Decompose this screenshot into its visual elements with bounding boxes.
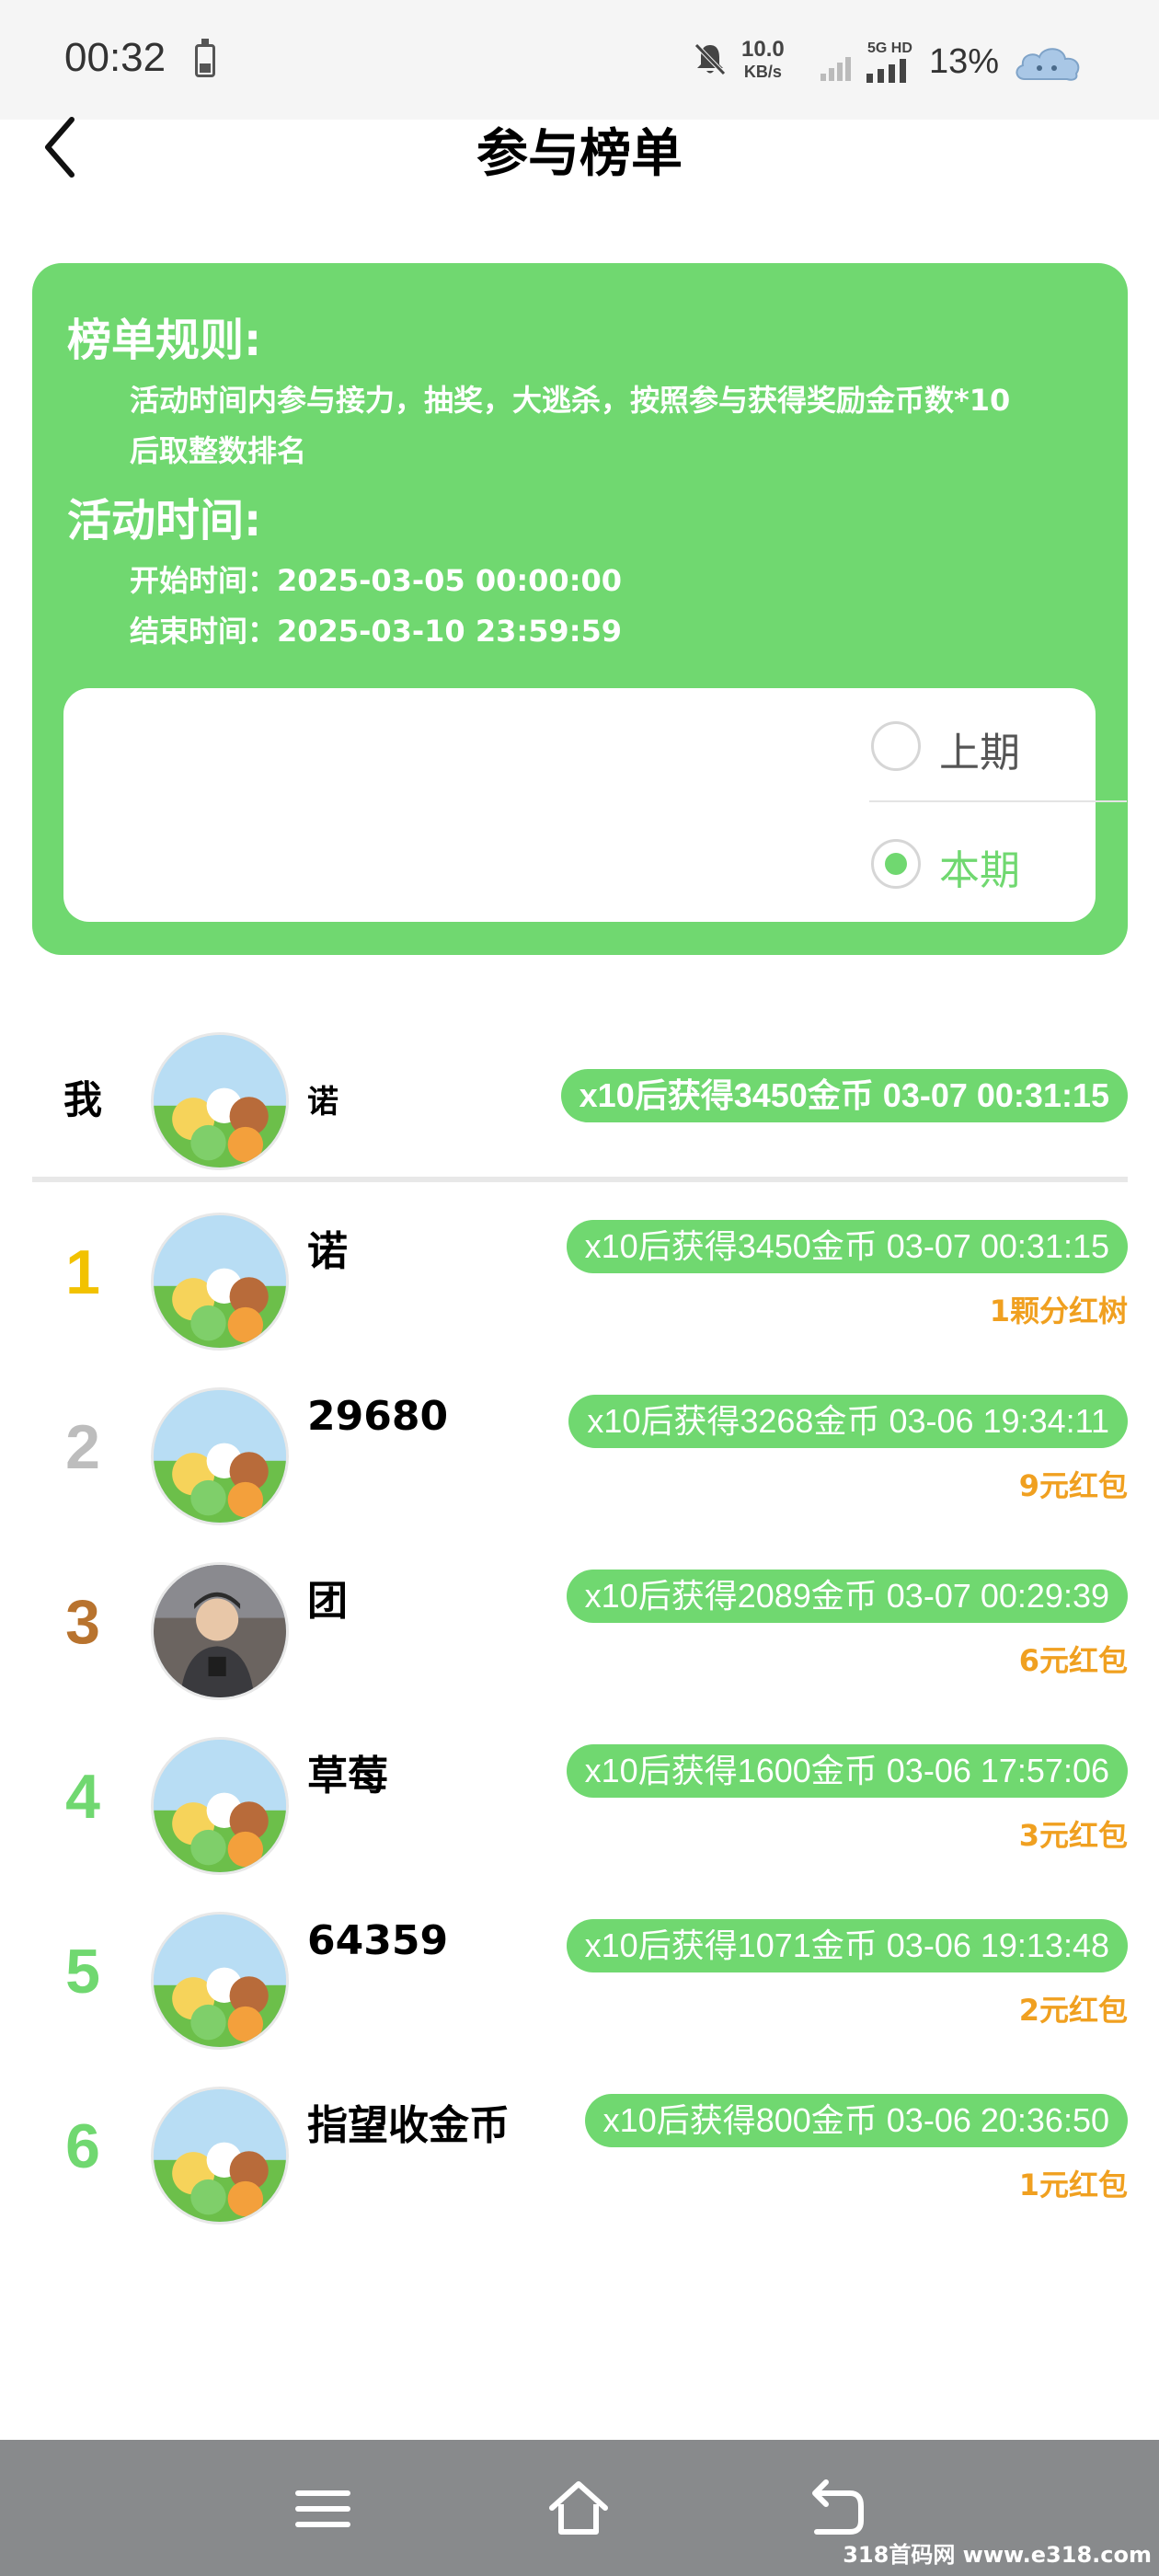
- divider: [32, 1177, 1128, 1182]
- radio-unchecked-icon[interactable]: [871, 721, 921, 771]
- network-speed: 10.0 KB/s: [741, 39, 785, 83]
- avatar[interactable]: [151, 1213, 289, 1351]
- start-time: 开始时间：2025-03-05 00:00:00: [130, 563, 623, 598]
- cartoon-avatar-icon: [154, 1740, 286, 1872]
- cartoon-avatar-icon: [154, 1390, 286, 1523]
- end-time: 结束时间：2025-03-10 23:59:59: [130, 614, 623, 649]
- avatar[interactable]: [151, 1737, 289, 1875]
- watermark: 318首码网 www.e318.com: [843, 2542, 1152, 2568]
- player-name: 诺: [307, 1228, 348, 1275]
- reward-label: 2元红包: [1018, 1993, 1128, 2028]
- player-name: 64359: [307, 1917, 449, 1964]
- player-name: 29680: [307, 1393, 449, 1440]
- avatar[interactable]: [151, 2087, 289, 2225]
- reward-label: 6元红包: [1018, 1643, 1128, 1678]
- menu-icon[interactable]: [291, 2477, 355, 2541]
- page-title: 参与榜单: [476, 124, 683, 184]
- cartoon-avatar-icon: [154, 1215, 286, 1348]
- period-option-previous[interactable]: 上期: [869, 688, 1127, 802]
- network-speed-value: 10.0: [741, 37, 785, 62]
- activity-time-heading: 活动时间:: [67, 495, 262, 546]
- rules-description-line2: 后取整数排名: [130, 433, 307, 468]
- cartoon-avatar-icon: [154, 2089, 286, 2222]
- home-icon[interactable]: [546, 2477, 611, 2541]
- cartoon-avatar-icon: [154, 1035, 286, 1167]
- leaderboard-row[interactable]: 3 团 x10后获得2089金币 03-07 00:29:39 6元红包: [0, 1546, 1159, 1711]
- player-name: 团: [307, 1578, 348, 1625]
- my-rank-label: 我: [63, 1078, 102, 1121]
- avatar[interactable]: [151, 1032, 289, 1170]
- back-navigation-icon[interactable]: [804, 2477, 868, 2541]
- period-selector: 上期 本期: [63, 688, 1127, 922]
- battery-cloud-icon: [1016, 48, 1080, 81]
- rank-number: 5: [65, 1937, 100, 2007]
- rank-number: 3: [65, 1587, 100, 1657]
- status-time: 00:32: [64, 35, 166, 80]
- rank-number: 2: [65, 1412, 100, 1482]
- rules-description-line1: 活动时间内参与接力，抽奖，大逃杀，按照参与获得奖励金币数*10: [130, 383, 1011, 418]
- period-option-current[interactable]: 本期: [869, 806, 1127, 920]
- system-navigation-bar: 318首码网 www.e318.com: [0, 2440, 1159, 2576]
- radio-checked-icon[interactable]: [871, 839, 921, 889]
- rank-number: 6: [65, 2111, 100, 2181]
- leaderboard-row[interactable]: 1 诺 x10后获得3450金币 03-07 00:31:15 1颗分红树: [0, 1196, 1159, 1362]
- avatar[interactable]: [151, 1387, 289, 1525]
- rank-number: 1: [65, 1237, 100, 1307]
- leaderboard-row[interactable]: 4 草莓 x10后获得1600金币 03-06 17:57:06 3元红包: [0, 1720, 1159, 1886]
- score-badge: x10后获得2089金币 03-07 00:29:39: [566, 1570, 1128, 1623]
- bell-muted-icon: [694, 43, 726, 75]
- reward-label: 1元红包: [1018, 2168, 1128, 2202]
- my-name: 诺: [307, 1084, 339, 1121]
- battery-saver-icon: [195, 39, 215, 77]
- leaderboard-row[interactable]: 5 64359 x10后获得1071金币 03-06 19:13:48 2元红包: [0, 1895, 1159, 2061]
- person-photo-avatar-icon: [154, 1565, 286, 1697]
- cartoon-avatar-icon: [154, 1915, 286, 2047]
- signal-5g-icon: [866, 59, 906, 83]
- rules-card: 榜单规则: 活动时间内参与接力，抽奖，大逃杀，按照参与获得奖励金币数*10 后取…: [32, 263, 1128, 955]
- rules-heading: 榜单规则:: [67, 315, 262, 366]
- period-option-label: 本期: [939, 847, 1020, 894]
- leaderboard-row[interactable]: 6 指望收金币 x10后获得800金币 03-06 20:36:50 1元红包: [0, 2070, 1159, 2236]
- score-badge: x10后获得1600金币 03-06 17:57:06: [566, 1744, 1128, 1798]
- reward-label: 3元红包: [1018, 1818, 1128, 1853]
- score-badge: x10后获得3268金币 03-06 19:34:11: [568, 1395, 1128, 1448]
- period-option-label: 上期: [939, 730, 1020, 776]
- score-badge: x10后获得1071金币 03-06 19:13:48: [566, 1919, 1128, 1972]
- network-type-label: 5G HD: [867, 40, 912, 56]
- reward-label: 1颗分红树: [989, 1294, 1128, 1328]
- signal-strength-icon: [820, 57, 851, 81]
- score-badge: x10后获得3450金币 03-07 00:31:15: [566, 1220, 1128, 1273]
- leaderboard-row[interactable]: 2 29680 x10后获得3268金币 03-06 19:34:11 9元红包: [0, 1371, 1159, 1536]
- battery-percent: 13%: [929, 42, 1000, 81]
- avatar[interactable]: [151, 1562, 289, 1700]
- network-speed-unit: KB/s: [743, 63, 782, 81]
- rank-number: 4: [65, 1762, 100, 1832]
- score-badge: x10后获得800金币 03-06 20:36:50: [584, 2094, 1128, 2147]
- my-score-badge: x10后获得3450金币 03-07 00:31:15: [560, 1069, 1128, 1122]
- player-name: 指望收金币: [307, 2102, 510, 2149]
- reward-label: 9元红包: [1018, 1468, 1128, 1503]
- status-bar: 00:32 10.0 KB/s 5G HD 13%: [0, 0, 1159, 120]
- avatar[interactable]: [151, 1912, 289, 2050]
- player-name: 草莓: [307, 1753, 388, 1800]
- my-rank-row: 我 诺 x10后获得3450金币 03-07 00:31:15: [0, 1016, 1159, 1181]
